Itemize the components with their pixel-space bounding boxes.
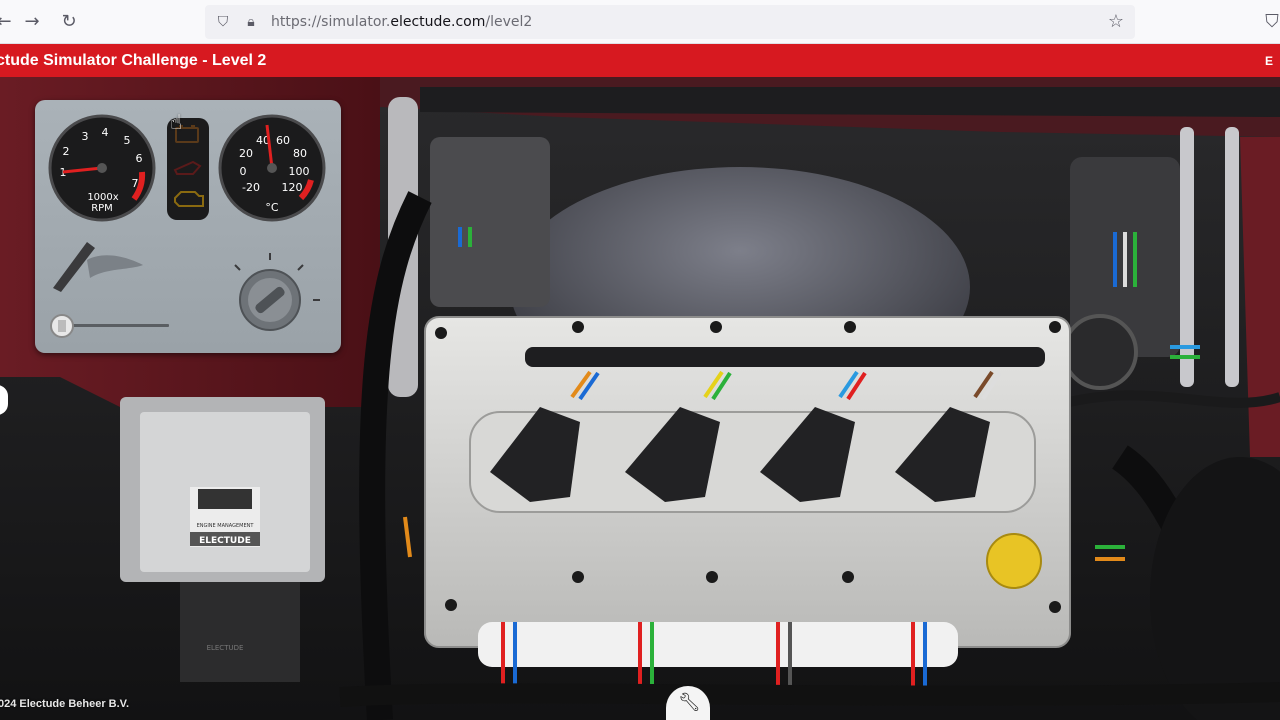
pocket-icon[interactable]: ⛉: [1262, 12, 1280, 32]
shield-icon[interactable]: ⛉: [215, 14, 231, 30]
electude-logo: E: [1264, 54, 1274, 68]
ecu-bottom-label: ELECTUDE: [207, 644, 244, 652]
ignition-switch-knob[interactable]: [234, 253, 320, 331]
reload-icon[interactable]: ↻: [59, 12, 79, 32]
temp-tick: 60: [276, 134, 290, 147]
temp-tick: 20: [239, 147, 253, 160]
throttle-slider[interactable]: [50, 314, 169, 338]
ignition-key[interactable]: [53, 242, 143, 292]
browser-toolbar: ← → ↻ ⛉ 🔒︎ https://simulator.electude.co…: [0, 0, 1280, 44]
copyright-text: 024 Electude Beheer B.V.: [0, 698, 130, 710]
temp-tick: 100: [289, 165, 310, 178]
rpm-tick: 7: [132, 177, 139, 190]
temp-tick: 0: [240, 165, 247, 178]
temp-tick: 80: [293, 147, 307, 160]
bookmark-star-icon[interactable]: ☆: [1106, 12, 1126, 32]
url-text[interactable]: https://simulator.electude.com/level2: [271, 14, 532, 30]
temperature-gauge: -20 0 20 40 60 80 100 120 °C: [218, 114, 326, 222]
temp-tick: -20: [242, 181, 260, 194]
ecu-brand: ELECTUDE: [199, 536, 251, 546]
back-arrow-icon[interactable]: ←: [0, 12, 14, 32]
temp-tick: 120: [282, 181, 303, 194]
rpm-tick: 3: [82, 130, 89, 143]
rpm-tick: 5: [124, 134, 131, 147]
forward-arrow-icon[interactable]: →: [22, 12, 42, 32]
rpm-label-bottom: RPM: [91, 203, 113, 214]
dashboard-panel: 1 2 3 4 5 6 7 1000x RPM -20 0 20 40 60 8…: [35, 100, 341, 353]
page-title: ctude Simulator Challenge - Level 2: [0, 52, 267, 69]
rpm-tick: 4: [102, 126, 109, 139]
wrench-icon: 🔧︎: [678, 692, 701, 713]
rpm-label-top: 1000x: [87, 192, 118, 203]
app-header: ctude Simulator Challenge - Level 2 E: [0, 44, 1280, 77]
lock-icon[interactable]: 🔒︎: [243, 14, 259, 30]
address-bar[interactable]: ⛉ 🔒︎ https://simulator.electude.com/leve…: [205, 5, 1135, 39]
rpm-tick: 2: [63, 145, 70, 158]
ecu-label: ENGINE MANAGEMENT: [197, 523, 255, 529]
dashboard-graphics: 1 2 3 4 5 6 7 1000x RPM -20 0 20 40 60 8…: [48, 114, 326, 338]
rpm-tick: 6: [136, 152, 143, 165]
temp-unit: °C: [265, 201, 279, 214]
hand-cursor-icon: ☝: [170, 110, 183, 134]
rpm-gauge: 1 2 3 4 5 6 7 1000x RPM: [48, 114, 156, 222]
